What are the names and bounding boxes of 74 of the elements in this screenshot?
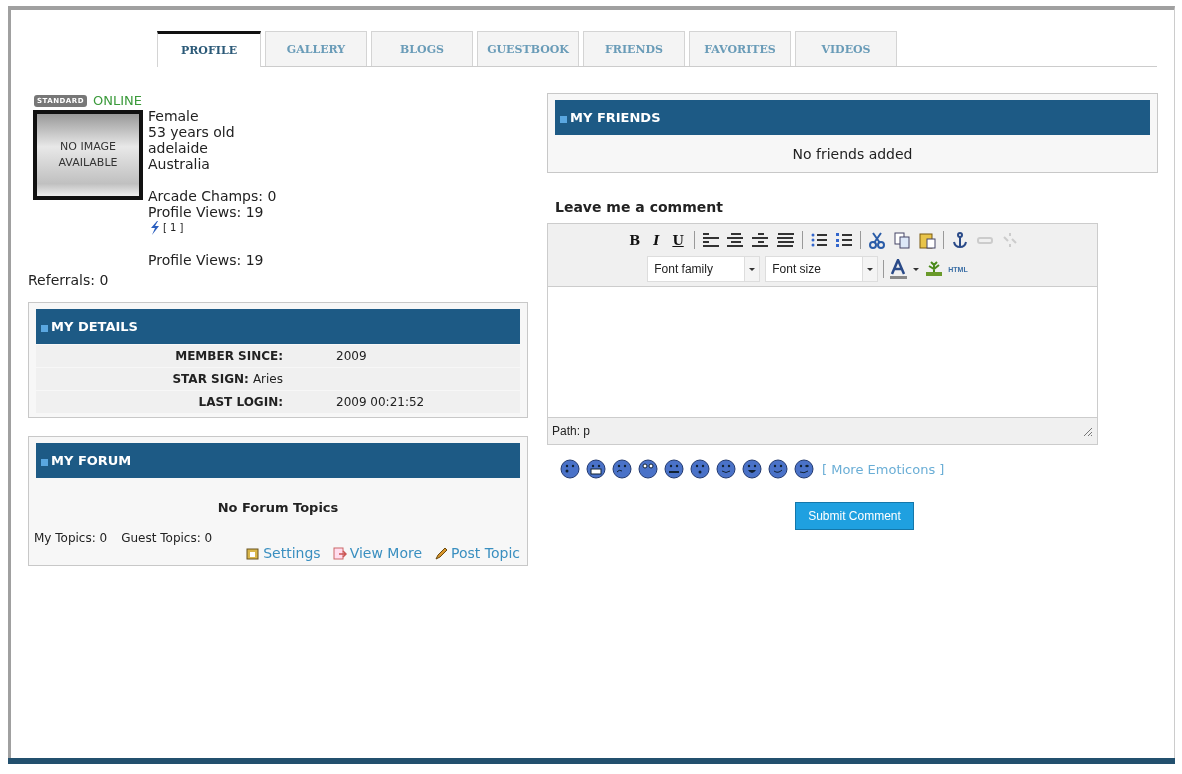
forum-link[interactable]: Settings [246,545,321,561]
smiley-icon[interactable] [612,459,632,479]
smiley-icon[interactable] [742,459,762,479]
rating-count: [ 1 ] [163,221,184,235]
align-center-icon[interactable] [726,231,745,249]
profile-tab[interactable]: FAVORITES [689,31,791,66]
profile-tab[interactable]: VIDEOS [795,31,897,66]
text-color-icon[interactable] [889,259,908,279]
square-icon [41,458,48,466]
square-icon [41,324,48,332]
numbered-list-icon[interactable] [834,231,853,249]
profile-fact: Australia [148,156,211,172]
format-button[interactable]: U [669,232,687,248]
bullet-list-icon[interactable] [809,231,828,249]
empty-message: No Forum Topics [216,500,340,515]
forum-link[interactable]: View More [332,545,423,561]
smiley-icon[interactable] [716,459,736,479]
submit-comment-button[interactable]: Submit Comment [795,502,914,530]
profile-stat: Profile Views: 19 [148,204,265,220]
clipboard-icon[interactable] [917,231,936,249]
profile-photo-frame: NO IMAGE AVAILABLE [33,110,143,200]
detail-value: 2009 [336,349,367,363]
panel-title: MY FRIENDS [570,110,661,125]
smiley-icon[interactable] [586,459,606,479]
copy-icon[interactable] [892,231,911,249]
forum-link[interactable]: Post Topic [434,545,520,561]
font-size-select[interactable]: Font size [765,256,879,282]
lightning-icon [148,220,160,236]
dropdown-arrow-icon [748,266,757,272]
empty-message: No friends added [791,145,914,164]
smiley-icon[interactable] [638,459,658,479]
profile-tab[interactable]: GALLERY [265,31,367,66]
justify-icon[interactable] [776,231,795,249]
smiley-icon[interactable] [664,459,684,479]
topic-count: My Topics: 0 [34,531,108,545]
detail-label: STAR SIGN: [172,372,249,386]
align-right-icon[interactable] [751,231,770,249]
profile-stat: Arcade Champs: 0 [148,188,277,204]
resize-handle-icon[interactable] [1081,425,1093,437]
square-icon [560,115,567,123]
detail-value: 2009 00:21:52 [336,395,425,409]
detail-label: LAST LOGIN: [197,395,283,409]
more-emoticons-link[interactable]: [ More Emoticons ] [822,461,945,477]
smiley-icon[interactable] [690,459,710,479]
smiley-icon[interactable] [560,459,580,479]
comment-heading: Leave me a comment [555,199,724,215]
smiley-icon[interactable] [768,459,788,479]
format-button[interactable]: I [650,232,663,248]
tree-image-icon[interactable] [925,260,944,278]
profile-fact: Female [148,108,200,124]
dropdown-arrow-icon [866,266,875,272]
font-family-select[interactable]: Font family [647,256,761,282]
detail-value: Aries [252,372,283,386]
panel-title: MY FORUM [51,453,132,468]
pencil-icon [434,546,449,560]
profile-tab[interactable]: PROFILE [157,31,261,67]
profile-fact: 53 years old [148,124,236,140]
profile-tab[interactable]: BLOGS [371,31,473,66]
referrals-count: Referrals: 0 [28,272,110,288]
detail-label: MEMBER SINCE: [174,349,283,363]
online-status: ONLINE [93,93,142,108]
topic-count: Guest Topics: 0 [121,531,213,545]
profile-tab[interactable]: GUESTBOOK [477,31,579,66]
scissors-icon[interactable] [867,231,886,249]
dropdown-arrow-icon[interactable] [912,266,921,272]
element-path: Path: p [552,424,591,438]
align-left-icon[interactable] [701,231,720,249]
profile-tab[interactable]: FRIENDS [583,31,685,66]
profile-stat: Profile Views: 19 [148,252,265,268]
profile-fact: adelaide [148,140,209,156]
panel-title: MY DETAILS [51,319,138,334]
anchor-icon[interactable] [950,231,969,249]
smiley-icon[interactable] [794,459,814,479]
format-button[interactable]: B [626,232,644,248]
